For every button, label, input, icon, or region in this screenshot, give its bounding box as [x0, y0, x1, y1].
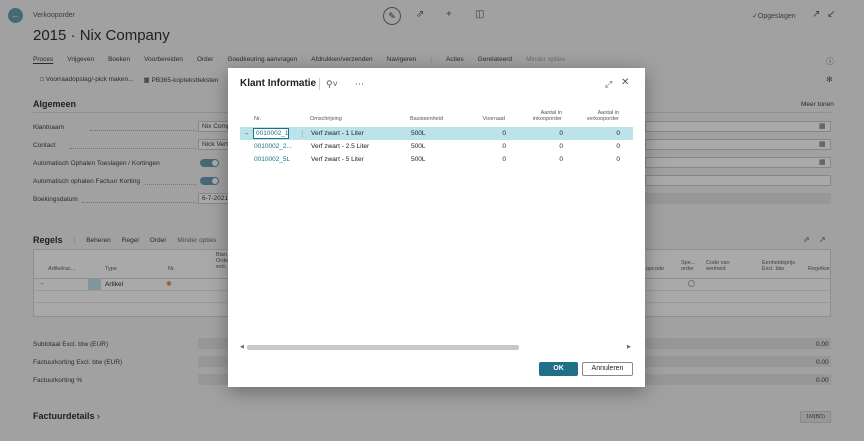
expand-icon[interactable]: ⤢	[605, 79, 612, 90]
ok-button[interactable]: OK	[539, 362, 578, 376]
col-verkooporder: Aantal in verkooporder	[586, 110, 619, 122]
row-inkooporder: 0	[559, 143, 563, 150]
dialog-table-header: Nr. Omschrijving Basiseenheid Voorraad A…	[251, 108, 633, 126]
dialog-title: Klant Informatie	[240, 78, 317, 89]
col-omschrijving: Omschrijving	[310, 116, 342, 122]
row-nr-link[interactable]: 0010002_2...	[254, 143, 292, 150]
current-row-arrow-icon: →	[243, 130, 250, 137]
cancel-button[interactable]: Annuleren	[582, 362, 633, 376]
row-basiseenheid: 500L	[411, 130, 426, 137]
row-basiseenheid: 500L	[411, 143, 426, 150]
row-nr-link[interactable]: 0010002_5L	[254, 156, 290, 163]
customer-info-dialog: Klant Informatie ⚲˅ ⋯ ⤢ ✕ Nr. Omschrijvi…	[228, 68, 645, 387]
row-omschrijving: Verf zwart - 5 Liter	[311, 156, 364, 163]
row-basiseenheid: 500L	[411, 156, 426, 163]
row-inkooporder: 0	[559, 156, 563, 163]
scrollbar-thumb[interactable]	[247, 345, 519, 350]
close-icon[interactable]: ✕	[621, 77, 629, 88]
row-omschrijving: Verf zwart - 1 Liter	[311, 130, 364, 137]
horizontal-scrollbar[interactable]: ◀ ▶	[240, 344, 633, 350]
row-voorraad: 0	[502, 156, 506, 163]
row-verkooporder: 0	[616, 156, 620, 163]
row-voorraad: 0	[502, 130, 506, 137]
table-row[interactable]: 0010002_2... Verf zwart - 2.5 Liter 500L…	[240, 140, 633, 153]
table-row[interactable]: → 0010002_1L ⋮ Verf zwart - 1 Liter 500L…	[240, 127, 633, 140]
table-row[interactable]: 0010002_5L Verf zwart - 5 Liter 500L 0 0…	[240, 153, 633, 166]
title-separator	[319, 78, 320, 90]
col-nr: Nr.	[254, 116, 262, 122]
col-basiseenheid: Basiseenheid	[410, 116, 444, 122]
more-options-icon[interactable]: ⋯	[355, 79, 364, 90]
row-actions-icon[interactable]: ⋮	[299, 130, 306, 138]
scroll-right-icon[interactable]: ▶	[627, 344, 631, 350]
row-voorraad: 0	[502, 143, 506, 150]
row-inkooporder: 0	[559, 130, 563, 137]
row-verkooporder: 0	[616, 130, 620, 137]
row-verkooporder: 0	[616, 143, 620, 150]
row-nr-link[interactable]: 0010002_1L	[253, 128, 289, 139]
col-inkooporder: Aantal in inkooporder	[532, 110, 562, 122]
search-icon[interactable]: ⚲˅	[326, 79, 338, 90]
scroll-left-icon[interactable]: ◀	[240, 344, 244, 350]
col-voorraad: Voorraad	[482, 116, 505, 122]
row-omschrijving: Verf zwart - 2.5 Liter	[311, 143, 370, 150]
